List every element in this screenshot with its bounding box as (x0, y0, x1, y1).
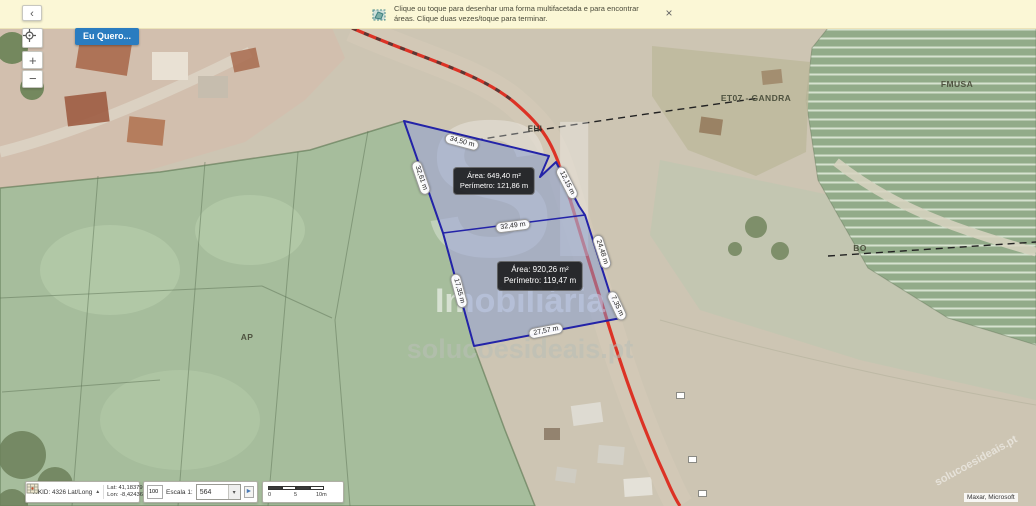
locate-button[interactable] (22, 28, 43, 48)
scalebar-tick: 10m (316, 492, 327, 498)
road-marker (688, 456, 697, 463)
area-tooltip-upper: Área: 649,40 m² Perímetro: 121,86 m (453, 167, 535, 195)
scalebar-tick: 5 (294, 492, 297, 498)
banner-message: Clique ou toque para desenhar uma forma … (394, 4, 656, 24)
parcel-label-bo: BO (853, 243, 867, 253)
close-icon[interactable]: × (662, 6, 676, 20)
perimeter-value: Perímetro: 121,86 m (460, 181, 528, 191)
parcel-label-ap: AP (241, 332, 254, 342)
area-value: Área: 920,26 m² (504, 265, 576, 276)
scale-panel: Escala 1: 564 ▾ ► (143, 481, 258, 503)
zoom-in-button[interactable]: + (22, 51, 43, 69)
map-attribution: Maxar, Microsoft (964, 493, 1018, 502)
collapse-panel-button[interactable]: ‹ (22, 5, 42, 21)
draw-instruction-banner: Clique ou toque para desenhar uma forma … (0, 0, 1036, 29)
road-marker (676, 392, 685, 399)
zone-label-et07: ET07 - GANDRA (721, 93, 791, 103)
scale-select-value: 564 (200, 489, 212, 496)
coordinate-system-panel[interactable]: WKID: 4326 Lat/Long ▲ Lat: 41,18379° N L… (25, 481, 140, 503)
scale-label: Escala 1: (166, 489, 193, 496)
apply-scale-button[interactable]: ► (244, 486, 254, 498)
wkid-label: WKID: 4326 Lat/Long (32, 489, 92, 496)
scalebar-panel: 0 5 10m (262, 481, 344, 503)
sort-arrow-icon: ▲ (95, 489, 100, 495)
scalebar: 0 5 10m (268, 485, 326, 499)
scale-select[interactable]: 564 ▾ (196, 484, 241, 500)
perimeter-value: Perímetro: 119,47 m (504, 276, 576, 287)
mini-scale-input[interactable] (147, 485, 163, 499)
scalebar-tick: 0 (268, 492, 271, 498)
map-application-window: SI Imobiliária solucoesideais.pt solucoe… (0, 0, 1036, 506)
zone-label-fmusa: FMUSA (941, 79, 973, 89)
road-label: EHI (528, 125, 543, 134)
zoom-out-button[interactable]: − (22, 70, 43, 88)
eu-quero-button[interactable]: Eu Quero... (75, 28, 139, 45)
road-marker (698, 490, 707, 497)
area-value: Área: 649,40 m² (460, 171, 528, 181)
area-tooltip-lower: Área: 920,26 m² Perímetro: 119,47 m (497, 261, 583, 291)
chevron-down-icon: ▾ (228, 485, 240, 499)
